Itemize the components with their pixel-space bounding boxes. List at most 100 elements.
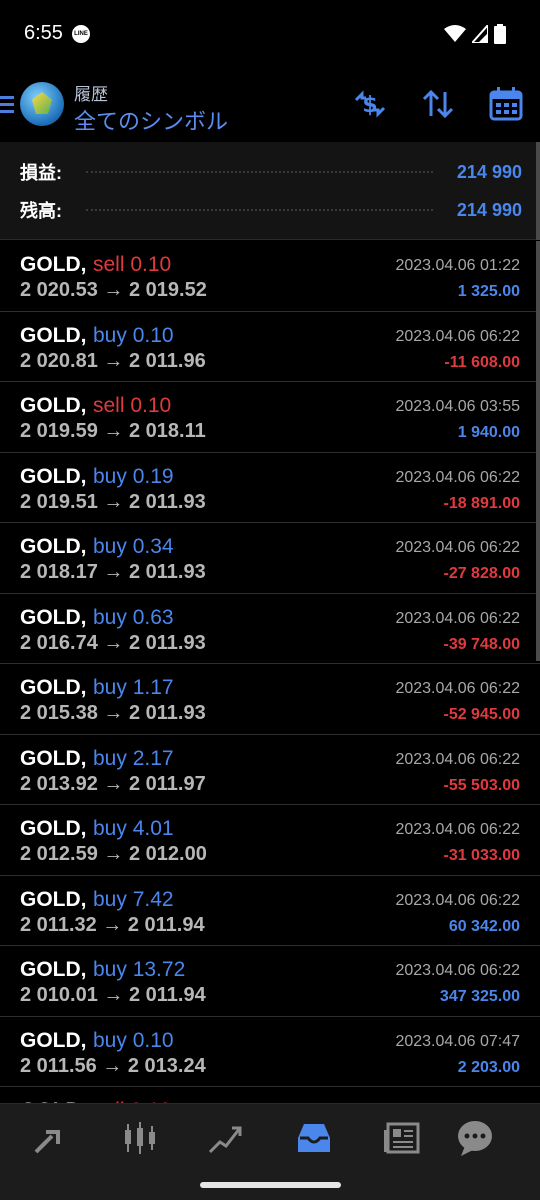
trade-time: 2023.04.06 07:47	[395, 1032, 520, 1050]
trade-symbol: GOLD,	[20, 958, 87, 981]
svg-text:$: $	[362, 93, 377, 118]
trade-time: 2023.04.06 06:22	[395, 327, 520, 345]
profit-label: 損益:	[20, 163, 62, 183]
list-scrollbar[interactable]	[536, 241, 540, 661]
status-icons	[444, 24, 506, 44]
balance-label: 残高:	[20, 201, 62, 221]
trade-profit: -52 945.00	[443, 706, 520, 723]
trade-symbol: GOLD,	[20, 535, 87, 558]
trade-side-volume: sell 0.10	[93, 253, 172, 276]
status-bar: 6:55 LINE	[0, 0, 540, 66]
status-time: 6:55	[24, 22, 63, 44]
trade-symbol: GOLD,	[20, 746, 87, 770]
dotted-leader	[86, 209, 433, 211]
trade-prices: 2 010.01 → 2 011.94	[20, 984, 206, 1006]
home-gesture-bar[interactable]	[200, 1182, 341, 1188]
trade-prices: 2 011.32 → 2 011.94	[20, 913, 205, 936]
trade-profit: -31 033.00	[443, 847, 520, 864]
trade-profit: 1 325.00	[457, 283, 520, 300]
trade-profit: 2 203.00	[457, 1058, 520, 1076]
balance-value: 214 990	[456, 199, 522, 220]
trade-side-volume: buy 0.34	[93, 535, 174, 558]
trade-row[interactable]: GOLD, buy 0.63 2 016.74 → 2 011.93 2023.04.…	[0, 594, 540, 664]
symbol-filter-title[interactable]: 全てのシンボル	[74, 104, 228, 136]
trade-icon[interactable]	[206, 1118, 246, 1158]
battery-icon	[494, 24, 506, 44]
trade-symbol: GOLD,	[20, 676, 87, 699]
trade-symbol: GOLD,	[20, 253, 87, 276]
trade-row[interactable]: GOLD, buy 4.01 2 012.59 → 2 012.00 2023.04.…	[0, 805, 540, 876]
chart-icon[interactable]	[120, 1118, 160, 1158]
trade-profit: -11 608.00	[444, 353, 520, 371]
trade-symbol: GOLD,	[20, 1028, 87, 1052]
trade-side-volume: buy 4.01	[93, 817, 174, 840]
quotes-icon[interactable]	[32, 1118, 72, 1158]
news-icon[interactable]	[382, 1118, 422, 1158]
trade-side-volume: buy 0.63	[93, 605, 174, 629]
profit-value: 214 990	[456, 161, 522, 182]
trade-time: 2023.04.06 06:22	[395, 962, 520, 979]
history-icon[interactable]	[294, 1118, 334, 1158]
trade-history-list[interactable]: GOLD, sell 0.10 2 020.53 → 2 019.52 2023.04…	[0, 241, 540, 1103]
trade-profit: 1 940.00	[457, 424, 520, 441]
trade-time: 2023.04.06 06:22	[395, 750, 520, 768]
trade-profit: 347 325.00	[439, 988, 520, 1005]
trade-row[interactable]: GOLD, sell 0.10 2 020.53 → 2 019.52 2023.04…	[0, 241, 540, 312]
trade-time: 2023.04.06 06:22	[395, 821, 520, 838]
trade-symbol: GOLD,	[20, 394, 87, 417]
app-toolbar: 履歴 全てのシンボル $	[0, 66, 540, 142]
trade-prices: 2 015.38 → 2 011.93	[20, 702, 206, 724]
summary-panel: 損益: 214 990 残高: 214 990	[0, 142, 540, 240]
trade-prices: 2 019.51 → 2 011.93	[20, 490, 206, 513]
dotted-leader	[86, 171, 433, 173]
trade-row[interactable]: GOLD, buy 13.72 2 010.01 → 2 011.94 2023.04…	[0, 946, 540, 1017]
trade-time: 2023.04.06 01:22	[395, 257, 520, 274]
line-notification-icon: LINE	[72, 25, 90, 43]
trade-time: 2023.04.06 03:55	[395, 398, 520, 415]
bottom-navigation	[0, 1103, 540, 1169]
trade-symbol: GOLD,	[20, 605, 87, 629]
sort-icon[interactable]	[420, 86, 456, 122]
trade-prices: 2 016.74 → 2 011.93	[20, 631, 206, 654]
trade-profit: -55 503.00	[443, 776, 520, 794]
profit-row: 損益: 214 990	[20, 157, 522, 187]
chat-icon[interactable]	[455, 1118, 495, 1158]
toolbar-subtitle: 履歴	[74, 85, 108, 104]
currency-exchange-icon[interactable]: $	[352, 86, 388, 122]
trade-time: 2023.04.06 06:22	[395, 891, 520, 909]
trade-prices: 2 020.53 → 2 019.52	[20, 279, 207, 301]
trade-prices: 2 019.59 → 2 018.11	[20, 420, 206, 442]
scrollbar[interactable]	[536, 142, 540, 240]
trade-row[interactable]: GOLD, buy 2.17 2 013.92 → 2 011.97 2023.04.…	[0, 735, 540, 805]
trade-row[interactable]: GOLD, buy 0.19 2 019.51 → 2 011.93 2023.04.…	[0, 453, 540, 523]
gesture-area	[0, 1169, 540, 1200]
balance-row: 残高: 214 990	[20, 195, 522, 225]
trade-time: 2023.04.06 06:22	[395, 468, 520, 486]
trade-row[interactable]: GOLD, sell 0.10 2 019.59 → 2 018.11 2023.04…	[0, 382, 540, 453]
trade-row[interactable]: GOLD, buy 1.17 2 015.38 → 2 011.93 2023.04.…	[0, 664, 540, 735]
app-logo	[20, 82, 64, 126]
trade-prices: 2 018.17 → 2 011.93	[20, 561, 206, 583]
trade-row[interactable]: GOLD,sell 0.10	[0, 1087, 540, 1103]
trade-row[interactable]: GOLD, buy 0.10 2 011.56 → 2 013.24 2023.04.…	[0, 1017, 540, 1087]
trade-side-volume: buy 1.17	[93, 676, 174, 699]
trade-side-volume: buy 0.19	[93, 464, 174, 488]
trade-side-volume: buy 13.72	[93, 958, 186, 981]
trade-side-volume: buy 7.42	[93, 887, 174, 911]
trade-profit: -18 891.00	[443, 494, 520, 512]
trade-row[interactable]: GOLD, buy 0.34 2 018.17 → 2 011.93 2023.04.…	[0, 523, 540, 594]
trade-time: 2023.04.06 06:22	[395, 680, 520, 697]
trade-prices: 2 012.59 → 2 012.00	[20, 843, 207, 865]
trade-time: 2023.04.06 06:22	[395, 539, 520, 556]
trade-prices: 2 011.56 → 2 013.24	[20, 1054, 206, 1077]
trade-side-volume: buy 0.10	[93, 1028, 174, 1052]
trade-row[interactable]: GOLD, buy 0.10 2 020.81 → 2 011.96 2023.04.…	[0, 312, 540, 382]
trade-symbol: GOLD,	[20, 323, 87, 347]
trade-side-volume: buy 2.17	[93, 746, 174, 770]
menu-icon[interactable]	[0, 96, 14, 114]
trade-time: 2023.04.06 06:22	[395, 609, 520, 627]
trade-row[interactable]: GOLD, buy 7.42 2 011.32 → 2 011.94 2023.04.…	[0, 876, 540, 946]
trade-side-volume: buy 0.10	[93, 323, 174, 347]
trade-symbol: GOLD,	[20, 887, 87, 911]
calendar-icon[interactable]	[488, 86, 524, 122]
